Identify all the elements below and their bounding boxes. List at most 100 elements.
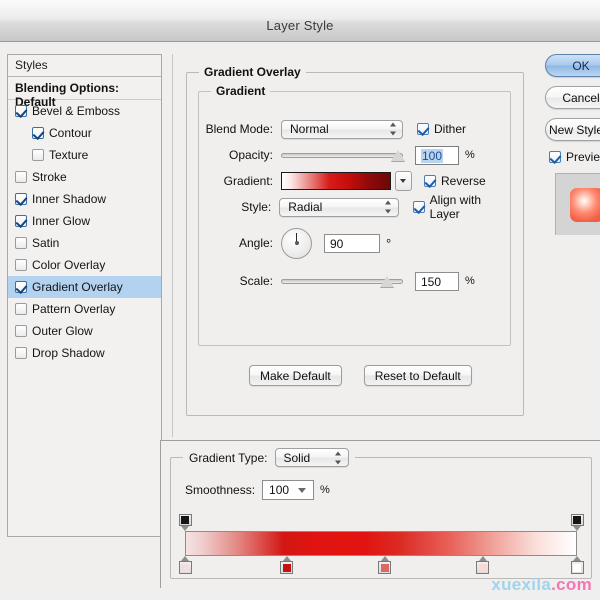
checkbox-icon [424, 175, 436, 187]
color-stop[interactable] [570, 556, 584, 575]
watermark-tld: .com [551, 575, 592, 594]
scale-value: 150 [421, 274, 442, 289]
checkbox-icon[interactable] [15, 193, 27, 205]
window-titlebar: Layer Style [0, 0, 600, 42]
opacity-value: 100 [421, 148, 444, 163]
checkbox-icon[interactable] [32, 127, 44, 139]
stop-chip [181, 516, 189, 524]
sidebar-item-label: Inner Glow [32, 214, 91, 228]
stop-chip [478, 563, 487, 572]
style-preview-thumbnail [555, 173, 600, 235]
dialog-body: Styles Blending Options: Default Bevel &… [0, 42, 600, 600]
reverse-label: Reverse [441, 174, 486, 188]
scale-unit: % [465, 275, 475, 287]
window-title: Layer Style [266, 18, 334, 33]
sidebar-item-drop-shadow[interactable]: Drop Shadow [8, 342, 161, 364]
stop-chip [181, 563, 189, 572]
checkbox-icon[interactable] [15, 325, 27, 337]
slider-thumb[interactable] [380, 276, 395, 287]
sidebar-item-color-overlay[interactable]: Color Overlay [8, 254, 161, 276]
style-select[interactable]: Radial [279, 197, 399, 217]
gradient-swatch[interactable] [281, 172, 391, 190]
blending-options-row[interactable]: Blending Options: Default [8, 77, 161, 109]
reverse-checkbox[interactable]: Reverse [424, 174, 486, 188]
preview-checkbox[interactable]: Preview [545, 150, 600, 164]
make-default-button[interactable]: Make Default [249, 365, 342, 386]
slider-thumb[interactable] [391, 150, 406, 161]
align-with-layer-label: Align with Layer [429, 193, 482, 221]
opacity-unit: % [465, 149, 475, 161]
gradient-overlay-panel: Gradient Overlay Gradient Blend Mode: No… [172, 54, 538, 437]
sidebar-item-label: Gradient Overlay [32, 280, 123, 294]
stop-chip [380, 563, 389, 572]
checkbox-icon[interactable] [15, 347, 27, 359]
smoothness-row: Smoothness: 100 % [185, 480, 330, 500]
sidebar-item-inner-shadow[interactable]: Inner Shadow [8, 188, 161, 210]
blend-mode-select[interactable]: Normal [281, 119, 403, 139]
smoothness-select[interactable]: 100 [262, 480, 315, 500]
smoothness-unit: % [320, 484, 330, 496]
scale-input[interactable]: 150 [415, 271, 459, 291]
gradient-overlay-title: Gradient Overlay [199, 65, 306, 79]
gradient-type-select[interactable]: Solid [274, 448, 349, 467]
opacity-stop[interactable] [570, 514, 584, 531]
sidebar-item-label: Drop Shadow [32, 346, 105, 360]
style-label: Style: [241, 200, 272, 214]
gradient-type-value: Solid [283, 450, 311, 465]
dial-hub [294, 241, 299, 245]
align-with-layer-checkbox[interactable]: Align with Layer [412, 193, 512, 221]
color-stop[interactable] [476, 556, 490, 575]
sidebar-item-label: Outer Glow [32, 324, 93, 338]
checkbox-icon[interactable] [15, 237, 27, 249]
angle-dial[interactable] [281, 227, 312, 259]
dither-checkbox[interactable]: Dither [417, 122, 466, 136]
dialog-buttons: OK Cancel New Style... Preview [545, 54, 600, 235]
gradient-picker[interactable] [281, 171, 412, 191]
gradient-type-row: Gradient Type: Solid [183, 448, 355, 467]
color-stop[interactable] [378, 556, 392, 575]
ok-button[interactable]: OK [545, 54, 600, 77]
sidebar-item-inner-glow[interactable]: Inner Glow [8, 210, 161, 232]
preview-shape [570, 188, 600, 222]
sidebar-item-label: Texture [49, 148, 89, 162]
stepper-icon [385, 200, 392, 214]
style-value: Radial [288, 200, 323, 214]
chevron-down-icon[interactable] [395, 171, 412, 191]
styles-list: Bevel & Emboss Contour Texture Stroke Inner … [8, 100, 161, 364]
sidebar-item-gradient-overlay[interactable]: Gradient Overlay [8, 276, 161, 298]
smoothness-label: Smoothness: [185, 483, 256, 497]
sidebar-item-outer-glow[interactable]: Outer Glow [8, 320, 161, 342]
opacity-label: Opacity: [228, 148, 273, 162]
styles-panel-header: Styles [8, 55, 161, 77]
checkbox-icon[interactable] [15, 105, 27, 117]
opacity-stop[interactable] [178, 514, 192, 531]
color-stop[interactable] [280, 556, 294, 575]
sidebar-item-texture[interactable]: Texture [8, 144, 161, 166]
checkbox-icon[interactable] [15, 259, 27, 271]
checkbox-icon[interactable] [32, 149, 44, 161]
scale-slider[interactable] [281, 273, 403, 289]
layer-style-dialog: Layer Style Styles Blending Options: Def… [0, 0, 600, 600]
blend-mode-label: Blend Mode: [205, 122, 273, 136]
sidebar-item-stroke[interactable]: Stroke [8, 166, 161, 188]
checkbox-icon[interactable] [15, 171, 27, 183]
blend-mode-row: Blend Mode: Normal Dither [199, 118, 512, 140]
sidebar-item-pattern-overlay[interactable]: Pattern Overlay [8, 298, 161, 320]
dither-label: Dither [434, 122, 467, 136]
gradient-preview-strip[interactable] [185, 531, 577, 556]
checkbox-icon[interactable] [15, 281, 27, 293]
checkbox-icon[interactable] [15, 215, 27, 227]
opacity-slider[interactable] [281, 147, 406, 163]
opacity-row: Opacity: 100 % [199, 144, 512, 166]
styles-panel: Styles Blending Options: Default Bevel &… [7, 54, 162, 537]
checkbox-icon[interactable] [15, 303, 27, 315]
opacity-input[interactable]: 100 [415, 145, 459, 165]
sidebar-item-contour[interactable]: Contour [8, 122, 161, 144]
reset-to-default-button[interactable]: Reset to Default [363, 365, 472, 386]
angle-input[interactable]: 90 [324, 233, 380, 253]
stop-chip [573, 516, 581, 524]
color-stop[interactable] [178, 556, 192, 575]
new-style-button[interactable]: New Style... [545, 118, 600, 141]
sidebar-item-satin[interactable]: Satin [8, 232, 161, 254]
cancel-button[interactable]: Cancel [545, 86, 600, 109]
